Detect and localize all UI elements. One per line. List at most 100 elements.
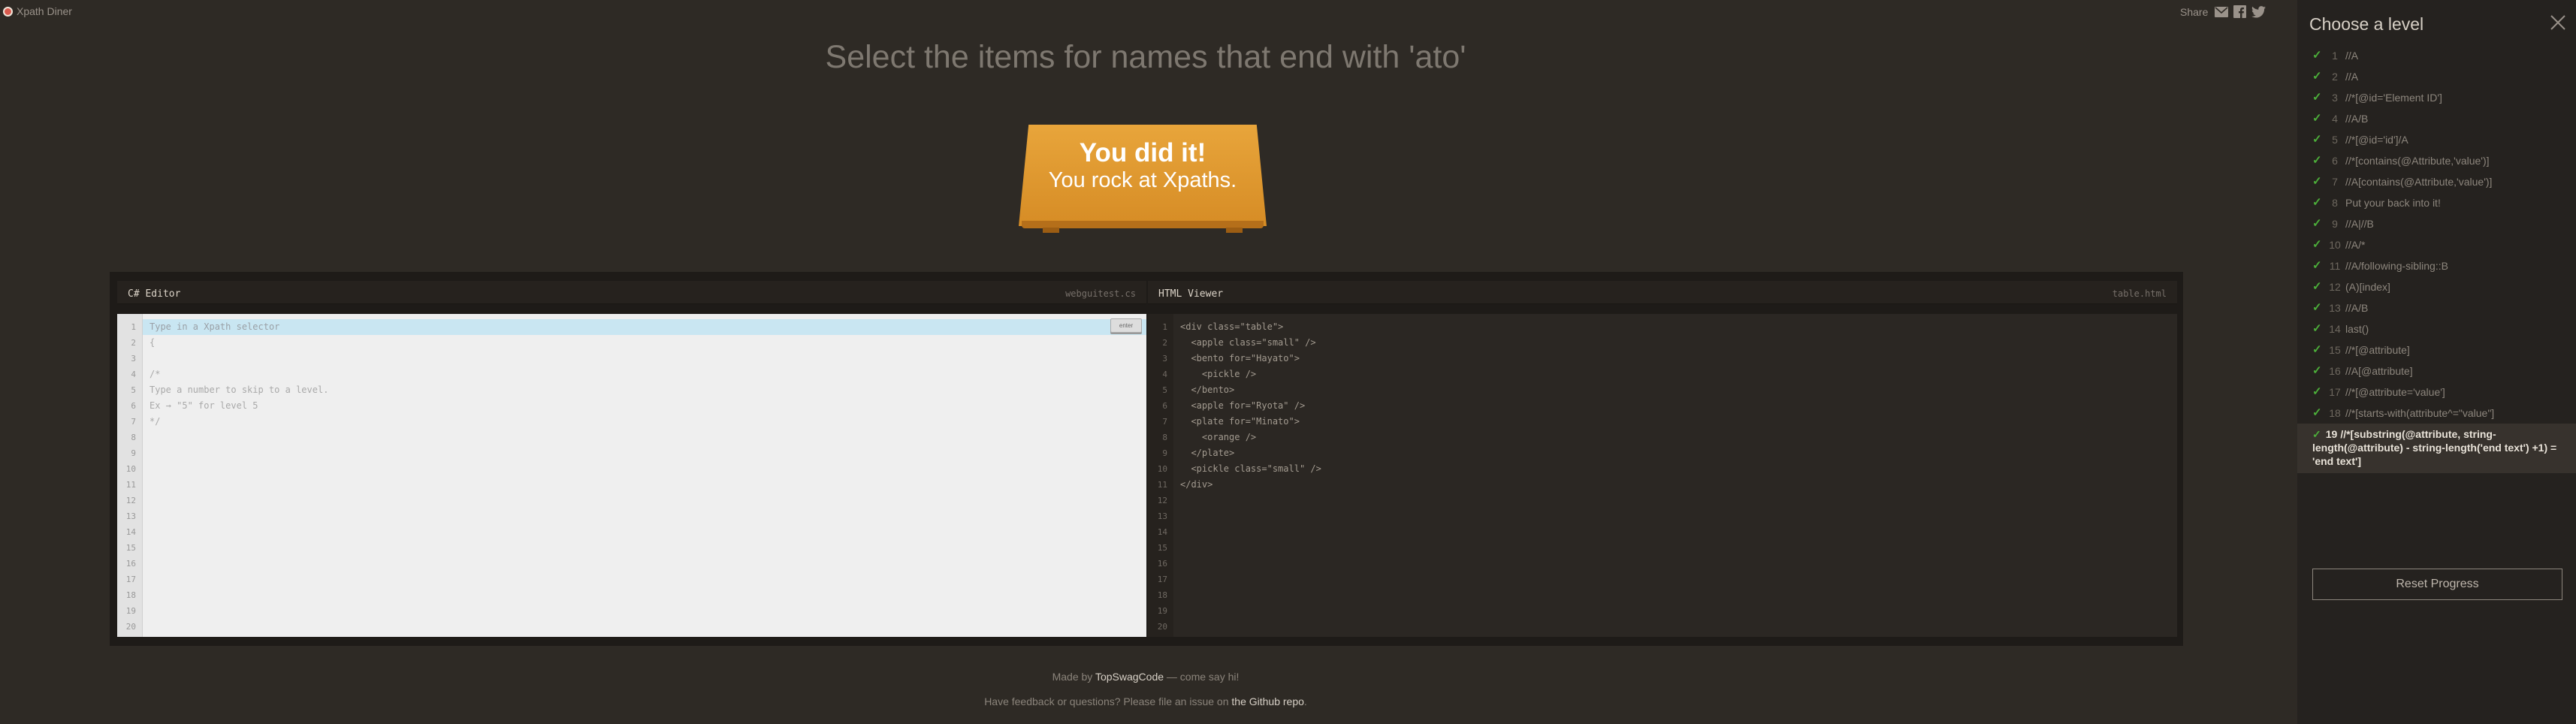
line-number: 5 xyxy=(1162,385,1167,395)
code-line: */ xyxy=(149,416,161,427)
level-number: 9 xyxy=(2332,218,2338,230)
code-line: Ex → "5" for level 5 xyxy=(149,400,258,411)
viewer-code: <div class="table"> <apple class="small"… xyxy=(1173,319,2177,635)
level-item[interactable]: ✓ 11 //A/following-sibling::B xyxy=(2297,255,2576,276)
footer-feedback: Have feedback or questions? Please file … xyxy=(0,695,2291,707)
editor-code[interactable]: Type in a Xpath selector {/* Type a number… xyxy=(143,319,1146,635)
level-item[interactable]: ✓ 8 Put your back into it! xyxy=(2297,192,2576,213)
level-item-current[interactable]: ✓ 19//*[substring(@attribute, string-leng… xyxy=(2297,424,2576,473)
level-label: //*[starts-with(attribute^="value"] xyxy=(2345,407,2495,419)
level-number: 15 xyxy=(2329,344,2341,356)
level-number: 14 xyxy=(2329,323,2341,335)
level-label: //A/B xyxy=(2345,113,2369,125)
level-number: 5 xyxy=(2332,134,2338,146)
line-number: 7 xyxy=(1162,417,1167,427)
code-line: <bento for="Hayato"> xyxy=(1180,353,1300,364)
level-label: //A[@attribute] xyxy=(2345,365,2413,377)
code-line: <plate for="Minato"> xyxy=(1180,416,1300,427)
viewer-line-numbers: 1 2 3 4 5 6 7 8 9 10 11 12 13 14 15 16 17 18 19 20 xyxy=(1148,314,1173,637)
level-item[interactable]: ✓ 4 //A/B xyxy=(2297,108,2576,129)
level-item[interactable]: ✓ 10 //A/* xyxy=(2297,234,2576,255)
level-item[interactable]: ✓ 6 //*[contains(@Attribute,'value')] xyxy=(2297,150,2576,171)
level-item[interactable]: ✓ 2 //A xyxy=(2297,66,2576,87)
level-number: 13 xyxy=(2329,302,2341,314)
checkmark-icon: ✓ xyxy=(2312,112,2322,125)
editor-container: C# Editor webguitest.cs 1 2 3 4 5 6 7 8 9 10 11 12 1… xyxy=(110,272,2183,646)
level-item[interactable]: ✓ 9 //A|//B xyxy=(2297,213,2576,234)
level-item[interactable]: ✓ 16 //A[@attribute] xyxy=(2297,360,2576,382)
level-number: 3 xyxy=(2332,92,2338,104)
code-line: <pickle class="small" /> xyxy=(1180,463,1321,474)
editor-body[interactable]: 1 2 3 4 5 6 7 8 9 10 11 12 13 14 15 16 17 18 19 20 Type in … xyxy=(117,314,1146,637)
viewer-body: 1 2 3 4 5 6 7 8 9 10 11 12 13 14 15 16 17 18 19 20 <div cla… xyxy=(1148,314,2177,637)
share-label: Share xyxy=(2180,5,2209,18)
level-item[interactable]: ✓ 13 //A/B xyxy=(2297,297,2576,318)
line-number: 12 xyxy=(125,496,136,505)
csharp-editor-pane: C# Editor webguitest.cs 1 2 3 4 5 6 7 8 9 10 11 12 1… xyxy=(117,281,1146,637)
brand[interactable]: Xpath Diner xyxy=(3,5,72,17)
code-line: { xyxy=(149,337,156,348)
level-label: //*[@attribute] xyxy=(2345,344,2410,356)
level-item[interactable]: ✓ 1 //A xyxy=(2297,45,2576,66)
author-link[interactable]: TopSwagCode xyxy=(1095,671,1164,683)
success-plate: You did it! You rock at Xpaths. xyxy=(1019,125,1267,237)
level-label: //A[contains(@Attribute,'value')] xyxy=(2345,176,2493,188)
line-number: 16 xyxy=(125,559,136,569)
code-line: <apple for="Ryota" /> xyxy=(1180,400,1306,411)
level-list: ✓ 1 //A ✓ 2 //A ✓ 3 //*[@id='Element ID'] ✓ 4 //A/B… xyxy=(2297,45,2576,473)
viewer-title: HTML Viewer xyxy=(1158,288,1224,300)
enter-button[interactable]: enter xyxy=(1110,318,1142,333)
level-item[interactable]: ✓ 5 //*[@id='id']/A xyxy=(2297,129,2576,150)
code-line: </bento> xyxy=(1180,385,1235,395)
level-number: 2 xyxy=(2332,71,2338,83)
code-line: <div class="table"> xyxy=(1180,321,1284,332)
mail-icon[interactable] xyxy=(2214,5,2228,18)
line-number: 5 xyxy=(131,385,136,395)
twitter-icon[interactable] xyxy=(2251,5,2266,18)
line-number: 2 xyxy=(131,338,136,348)
html-viewer-pane: HTML Viewer table.html 1 2 3 4 5 6 7 8 9 10 11 12 13… xyxy=(1148,281,2177,637)
level-item[interactable]: ✓ 17 //*[@attribute='value'] xyxy=(2297,382,2576,403)
facebook-icon[interactable] xyxy=(2233,5,2247,18)
level-label: last() xyxy=(2345,323,2369,335)
level-item[interactable]: ✓ 3 //*[@id='Element ID'] xyxy=(2297,87,2576,108)
checkmark-icon: ✓ xyxy=(2312,154,2322,167)
level-number: 11 xyxy=(2329,260,2341,272)
level-item[interactable]: ✓ 18 //*[starts-with(attribute^="value"] xyxy=(2297,403,2576,424)
line-number: 18 xyxy=(1157,590,1167,600)
editor-filename: webguitest.cs xyxy=(1065,288,1136,299)
line-number: 19 xyxy=(1157,606,1167,616)
editor-title: C# Editor xyxy=(128,288,181,300)
viewer-filename: table.html xyxy=(2112,288,2167,299)
github-repo-link[interactable]: the Github repo xyxy=(1231,695,1304,707)
level-item[interactable]: ✓ 12 (A)[index] xyxy=(2297,276,2576,297)
code-line: </plate> xyxy=(1180,448,1235,458)
line-number: 9 xyxy=(1162,448,1167,458)
brand-name: Xpath Diner xyxy=(17,5,72,17)
checkmark-icon: ✓ xyxy=(2312,428,2321,440)
close-icon[interactable] xyxy=(2549,14,2567,32)
reset-progress-button[interactable]: Reset Progress xyxy=(2312,569,2562,600)
checkmark-icon: ✓ xyxy=(2312,364,2322,377)
line-number: 2 xyxy=(1162,338,1167,348)
share-bar: Share xyxy=(2180,5,2266,18)
level-item[interactable]: ✓ 14 last() xyxy=(2297,318,2576,339)
level-item[interactable]: ✓ 7 //A[contains(@Attribute,'value')] xyxy=(2297,171,2576,192)
checkmark-icon: ✓ xyxy=(2312,70,2322,83)
checkmark-icon: ✓ xyxy=(2312,385,2322,398)
level-item[interactable]: ✓ 15 //*[@attribute] xyxy=(2297,339,2576,360)
line-number: 1 xyxy=(1162,322,1167,332)
line-number: 4 xyxy=(131,370,136,379)
plate-foot xyxy=(1226,228,1243,233)
selector-input-line[interactable]: Type in a Xpath selector xyxy=(143,319,1146,335)
level-label: //*[@id='id']/A xyxy=(2345,134,2408,146)
line-number: 15 xyxy=(125,543,136,553)
